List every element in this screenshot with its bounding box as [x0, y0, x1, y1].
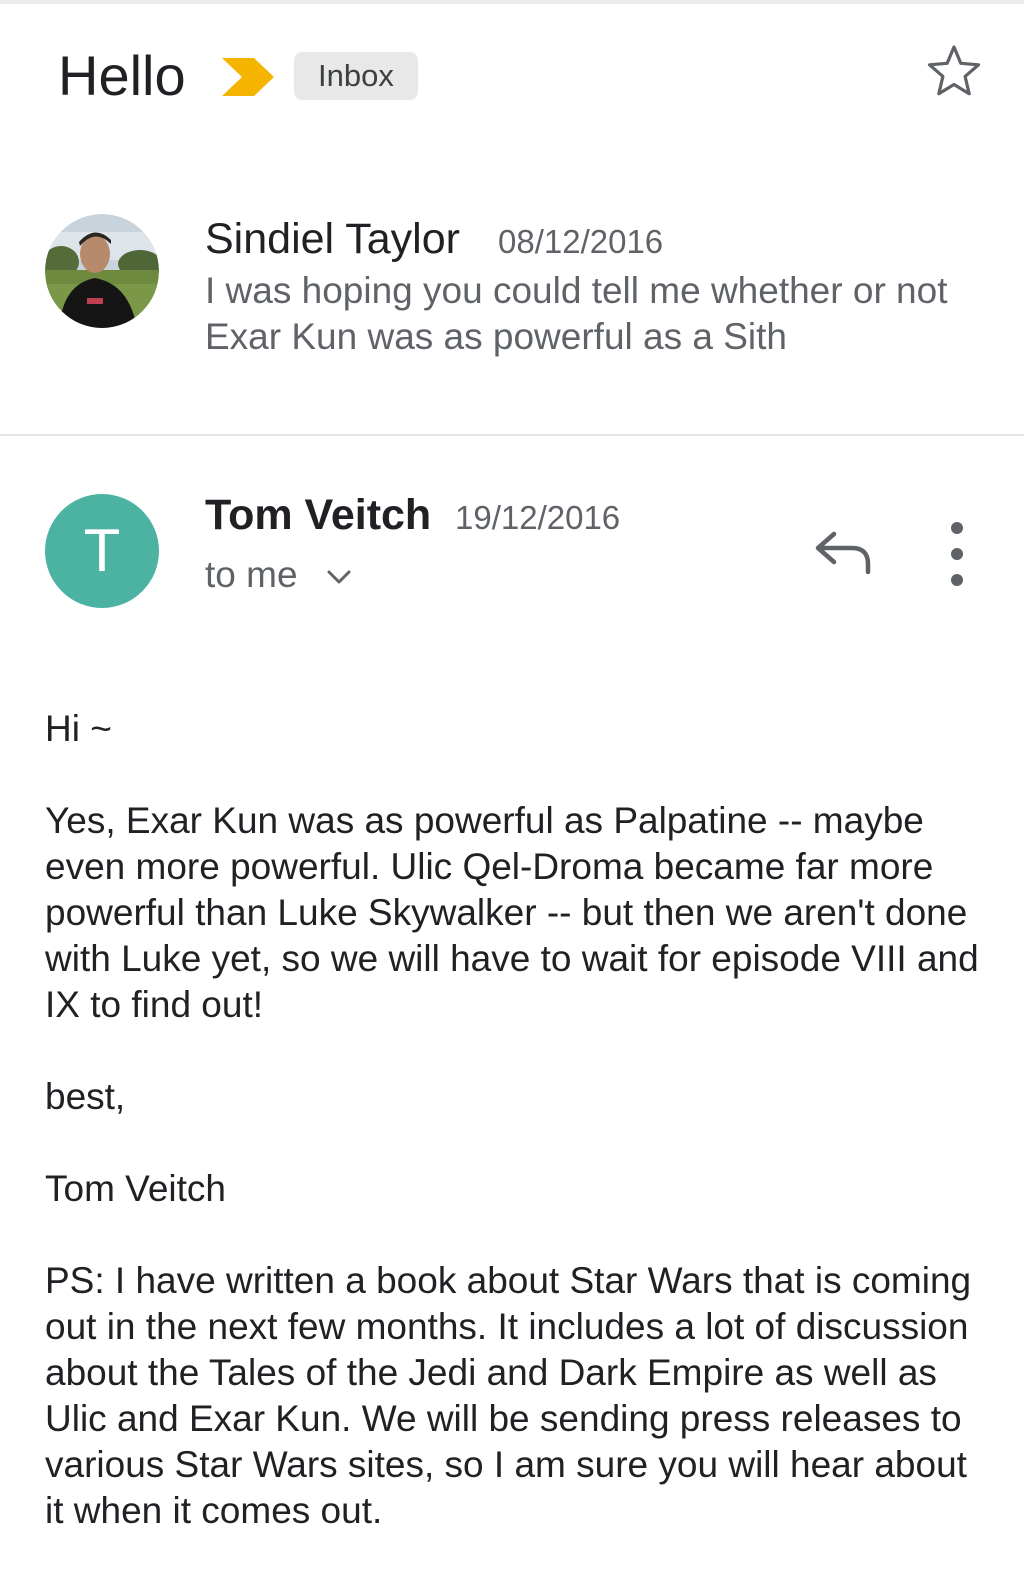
subject-header: Hello Inbox — [0, 40, 1024, 112]
message-divider — [0, 434, 1024, 436]
avatar — [45, 214, 159, 328]
reply-icon[interactable] — [812, 526, 874, 578]
top-divider — [0, 0, 1024, 4]
collapsed-message[interactable]: Sindiel Taylor 08/12/2016 I was hoping y… — [0, 200, 1024, 434]
body-paragraph: Tom Veitch — [45, 1168, 226, 1209]
body-paragraph: best, — [45, 1076, 126, 1117]
recipient-label: to me — [205, 554, 298, 595]
email-subject: Hello — [58, 44, 186, 107]
message-date: 19/12/2016 — [455, 499, 621, 536]
message-date: 08/12/2016 — [498, 223, 664, 260]
message-snippet: I was hoping you could tell me whether o… — [205, 270, 948, 357]
body-paragraph: Yes, Exar Kun was as powerful as Palpati… — [45, 800, 979, 1025]
sender-name: Tom Veitch — [205, 491, 432, 539]
sender-name: Sindiel Taylor — [205, 215, 460, 263]
important-marker-icon[interactable] — [222, 58, 274, 96]
star-icon[interactable] — [924, 42, 984, 102]
more-vert-icon[interactable] — [944, 516, 970, 596]
body-paragraph: PS: I have written a book about Star War… — [45, 1260, 972, 1531]
message-body: Hi ~ Yes, Exar Kun was as powerful as Pa… — [45, 706, 995, 1580]
avatar: T — [45, 494, 159, 608]
body-paragraph: Hi ~ — [45, 708, 112, 749]
expanded-message-header: T Tom Veitch 19/12/2016 to me — [0, 490, 1024, 620]
recipient-details-toggle[interactable]: to me — [205, 552, 352, 598]
inbox-label-chip[interactable]: Inbox — [294, 52, 418, 100]
chevron-down-icon — [327, 570, 351, 584]
